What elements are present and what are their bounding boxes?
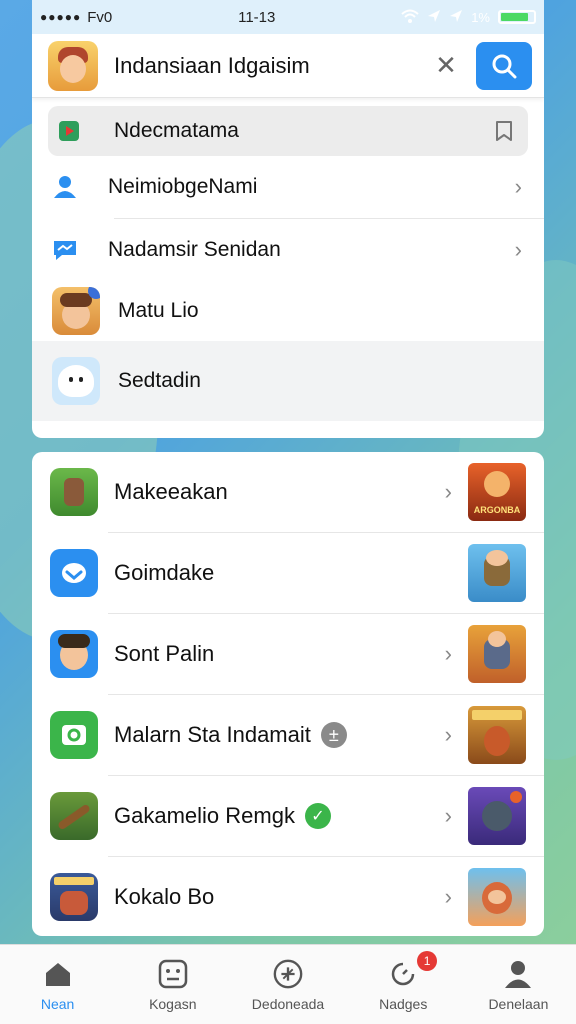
bookmark-icon[interactable] — [494, 120, 514, 142]
tab-label: Nadges — [379, 995, 428, 1012]
tab-label: Nean — [40, 995, 75, 1012]
tab-updates[interactable]: 1 Nadges — [346, 945, 461, 1024]
blue-app-icon — [50, 549, 98, 597]
clear-icon[interactable]: ✕ — [426, 50, 466, 81]
list-item[interactable]: Sont Palin › — [32, 614, 544, 694]
tab-home[interactable]: Nean — [0, 945, 115, 1024]
tab-profile[interactable]: Denelaan — [461, 945, 576, 1024]
chevron-right-icon: › — [444, 641, 452, 666]
refresh-icon — [387, 958, 419, 990]
tab-discover[interactable]: Dedoneada — [230, 945, 345, 1024]
play-store-icon — [59, 121, 79, 141]
home-icon — [42, 958, 74, 990]
tab-label: Denelaan — [488, 995, 549, 1012]
person-icon — [54, 176, 76, 198]
chevron-right-icon: › — [444, 803, 452, 828]
tab-label: Dedoneada — [251, 995, 325, 1012]
face-icon — [157, 958, 189, 990]
notification-badge: 1 — [417, 951, 438, 971]
list-item[interactable]: Gakamelio Remgk ✓ › — [32, 776, 544, 856]
suggestion-item[interactable]: NeimiobgeNami › — [32, 156, 544, 218]
search-panel: Indansiaan Idgaisim ✕ Ndecmatama Neimiob… — [32, 34, 544, 438]
chevron-right-icon: › — [444, 884, 452, 909]
game-thumbnail[interactable]: ARGONBA — [468, 463, 526, 521]
person-icon — [502, 958, 534, 990]
signal-icon: ●●●●● — [40, 10, 82, 24]
search-button[interactable] — [476, 41, 532, 90]
info-badge-icon: ± — [320, 722, 347, 748]
chevron-right-icon: › — [514, 237, 522, 262]
game-thumbnail[interactable] — [468, 544, 526, 602]
suggestion-item[interactable]: Sedtadin — [32, 341, 544, 421]
suggestion-item[interactable]: Nadamsir Senidan › — [32, 219, 544, 281]
character-icon — [50, 630, 98, 678]
weapon-game-icon — [50, 792, 98, 840]
tab-bar: Nean Kogasn Dedoneada 1 Nadges Denelaan — [0, 944, 576, 1024]
tab-games[interactable]: Kogasn — [115, 945, 230, 1024]
wifi-icon — [401, 9, 419, 26]
chevron-right-icon: › — [444, 722, 452, 747]
list-item[interactable]: Malarn Sta Indamait ± › — [32, 695, 544, 775]
thumbnail-title: ARGONBA — [473, 505, 521, 515]
suggestion-label: Nadamsir Senidan — [108, 238, 281, 261]
game-thumbnail[interactable] — [468, 868, 526, 926]
game-thumbnail[interactable] — [468, 787, 526, 845]
location-icon — [427, 9, 441, 26]
suggestion-label: Matu Lio — [118, 299, 199, 322]
battery-icon — [497, 10, 536, 24]
verified-icon: ✓ — [304, 803, 331, 829]
carrier-label: Fv0 — [87, 8, 113, 26]
compass-icon — [272, 958, 304, 990]
suggestion-item[interactable]: Matu Lio — [32, 281, 544, 341]
search-bar: Indansiaan Idgaisim ✕ — [32, 34, 544, 98]
suggestion-item[interactable]: Ndecmatama — [48, 106, 528, 156]
suggestion-label: NeimiobgeNami — [108, 175, 258, 198]
army-game-icon — [50, 873, 98, 921]
item-label: Makeeakan — [114, 479, 228, 504]
game-avatar-icon — [52, 287, 100, 335]
status-bar: ●●●●● Fv0 11-13 1% — [32, 0, 544, 34]
ghost-app-icon — [52, 357, 100, 405]
app-avatar-icon[interactable] — [48, 40, 98, 91]
item-label: Malarn Sta Indamait — [114, 722, 311, 747]
clock: 11-13 — [238, 8, 276, 26]
chevron-right-icon: › — [514, 174, 522, 199]
results-list: Makeeakan › ARGONBA Goimdake › Sont Pali… — [32, 452, 544, 936]
search-icon — [492, 54, 517, 78]
battery-percent: 1% — [471, 9, 490, 25]
game-icon — [50, 468, 98, 516]
search-input[interactable]: Indansiaan Idgaisim — [114, 53, 426, 79]
suggestion-label: Sedtadin — [118, 369, 201, 392]
item-label: Sont Palin — [114, 641, 215, 666]
list-item[interactable]: Kokalo Bo › — [32, 857, 544, 936]
list-item[interactable]: Makeeakan › ARGONBA — [32, 452, 544, 532]
chat-icon — [54, 241, 76, 260]
chevron-right-icon: › — [444, 479, 452, 504]
item-label: Gakamelio Remgk — [114, 803, 295, 828]
green-app-icon — [50, 711, 98, 759]
item-label: Kokalo Bo — [114, 884, 215, 909]
suggestion-label: Ndecmatama — [114, 119, 239, 142]
game-thumbnail[interactable] — [468, 625, 526, 683]
location-icon-2 — [449, 9, 463, 26]
game-thumbnail[interactable] — [468, 706, 526, 764]
item-label: Goimdake — [114, 560, 215, 585]
list-item[interactable]: Goimdake › — [32, 533, 544, 613]
tab-label: Kogasn — [149, 995, 197, 1012]
